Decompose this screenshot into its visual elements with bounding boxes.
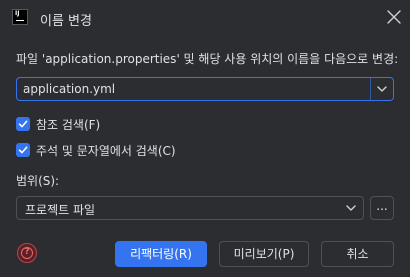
scope-value: 프로젝트 파일 xyxy=(25,203,96,217)
refactor-button[interactable]: 리팩터링(R) xyxy=(115,241,207,267)
scope-more-button[interactable]: ... xyxy=(370,196,394,220)
search-references-label: 참조 검색(F) xyxy=(36,117,101,132)
new-name-value: application.yml xyxy=(23,82,116,96)
checkmark-icon xyxy=(18,146,28,154)
search-comments-checkbox[interactable] xyxy=(16,143,30,157)
chevron-down-icon xyxy=(346,205,356,211)
close-button[interactable] xyxy=(384,7,404,27)
search-references-option[interactable]: 참조 검색(F) xyxy=(16,115,100,133)
scope-label: 범위(S): xyxy=(16,174,60,188)
rename-description: 파일 'application.properties' 및 해당 사용 위치의 … xyxy=(16,52,399,66)
checkmark-icon xyxy=(18,120,28,128)
chevron-down-icon[interactable] xyxy=(376,84,388,94)
search-references-checkbox[interactable] xyxy=(16,117,30,131)
app-logo-icon: IJ xyxy=(12,9,28,25)
close-icon xyxy=(387,10,401,24)
search-comments-option[interactable]: 주석 및 문자열에서 검색(C) xyxy=(16,141,176,159)
help-icon: ? xyxy=(21,247,33,259)
new-name-input[interactable]: application.yml xyxy=(16,77,394,101)
search-comments-label: 주석 및 문자열에서 검색(C) xyxy=(36,143,176,158)
dialog-title: 이름 변경 xyxy=(40,14,92,29)
help-button[interactable]: ? xyxy=(17,243,37,263)
cancel-button[interactable]: 취소 xyxy=(321,241,394,267)
preview-button[interactable]: 미리보기(P) xyxy=(219,241,309,267)
scope-select[interactable]: 프로젝트 파일 xyxy=(16,196,364,220)
dialog-titlebar: IJ 이름 변경 xyxy=(0,0,410,34)
